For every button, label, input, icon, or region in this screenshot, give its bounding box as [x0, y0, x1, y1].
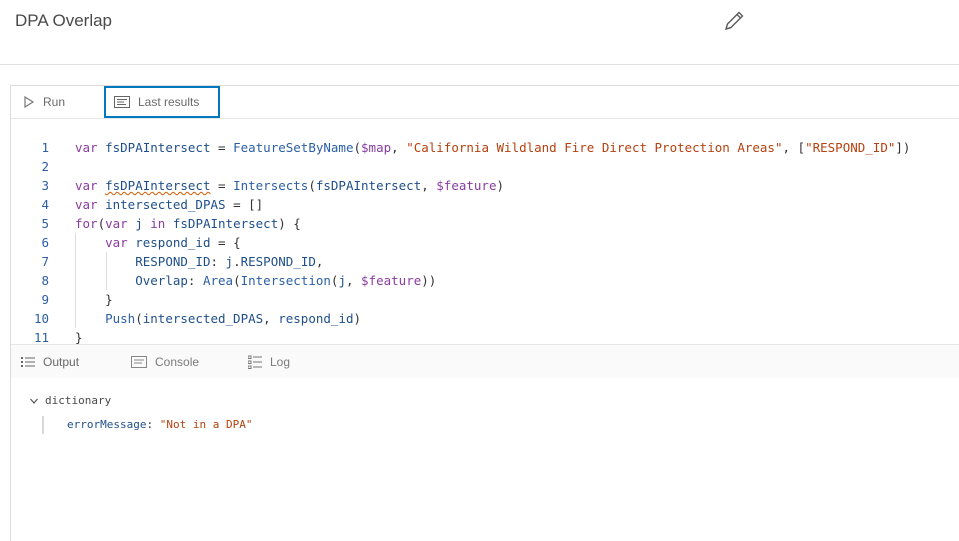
output-list-icon	[21, 356, 35, 367]
console-icon	[131, 355, 147, 368]
results-tabs: Output Console Log	[11, 344, 959, 379]
code-line: 9 }	[11, 271, 959, 307]
code-line: 6 var respond_id = {	[11, 214, 959, 250]
code-line: 11}	[11, 309, 959, 344]
tab-log[interactable]: Log	[248, 345, 290, 378]
tab-output-label: Output	[43, 354, 80, 369]
tab-console[interactable]: Console	[131, 345, 199, 378]
last-results-label: Last results	[138, 95, 200, 109]
code-line: 7 RESPOND_ID: j.RESPOND_ID,	[11, 233, 959, 269]
page-title: DPA Overlap	[15, 11, 113, 30]
code-line: 3 var fsDPAIntersect = Intersects(fsDPAIn…	[11, 157, 959, 193]
code-line: 12function sort_by_overlap(j1, j2) { ret…	[11, 328, 959, 344]
header: DPA Overlap	[0, 0, 959, 65]
play-icon	[24, 96, 35, 108]
code-line: 5 for(var j in fsDPAIntersect) {	[11, 195, 959, 231]
code-line: 2	[11, 138, 959, 174]
output-entry: errorMessage: "Not in a DPA"	[42, 416, 252, 434]
output-key: errorMessage	[67, 418, 147, 431]
output-panel: dictionary errorMessage: "Not in a DPA"	[11, 378, 959, 541]
expression-builder-panel: Run Last results 1 var fsDPAIntersect = F…	[10, 85, 959, 541]
last-results-button[interactable]: Last results	[104, 86, 220, 118]
code-line: 8 Overlap: Area(Intersection(j, $feature…	[11, 252, 959, 288]
code-editor[interactable]: 1 var fsDPAIntersect = FeatureSetByName($…	[11, 119, 959, 344]
run-button[interactable]: Run	[11, 86, 103, 118]
dictionary-label: dictionary	[45, 394, 112, 407]
run-label: Run	[43, 95, 66, 109]
code-line: 4 var intersected_DPAS = []	[11, 176, 959, 212]
edit-pencil-icon[interactable]	[722, 9, 746, 33]
tab-log-label: Log	[270, 354, 291, 369]
log-list-icon	[248, 355, 262, 369]
output-value: "Not in a DPA"	[159, 418, 253, 431]
results-icon	[114, 96, 130, 108]
editor-toolbar: Run Last results	[11, 86, 959, 119]
tab-output[interactable]: Output	[21, 345, 79, 378]
chevron-down-icon	[30, 398, 38, 404]
code-line: 1 var fsDPAIntersect = FeatureSetByName($…	[11, 119, 959, 155]
tab-console-label: Console	[155, 354, 200, 369]
dictionary-toggle[interactable]: dictionary	[29, 394, 111, 407]
code-line: 10 Push(intersected_DPAS, respond_id)	[11, 290, 959, 326]
